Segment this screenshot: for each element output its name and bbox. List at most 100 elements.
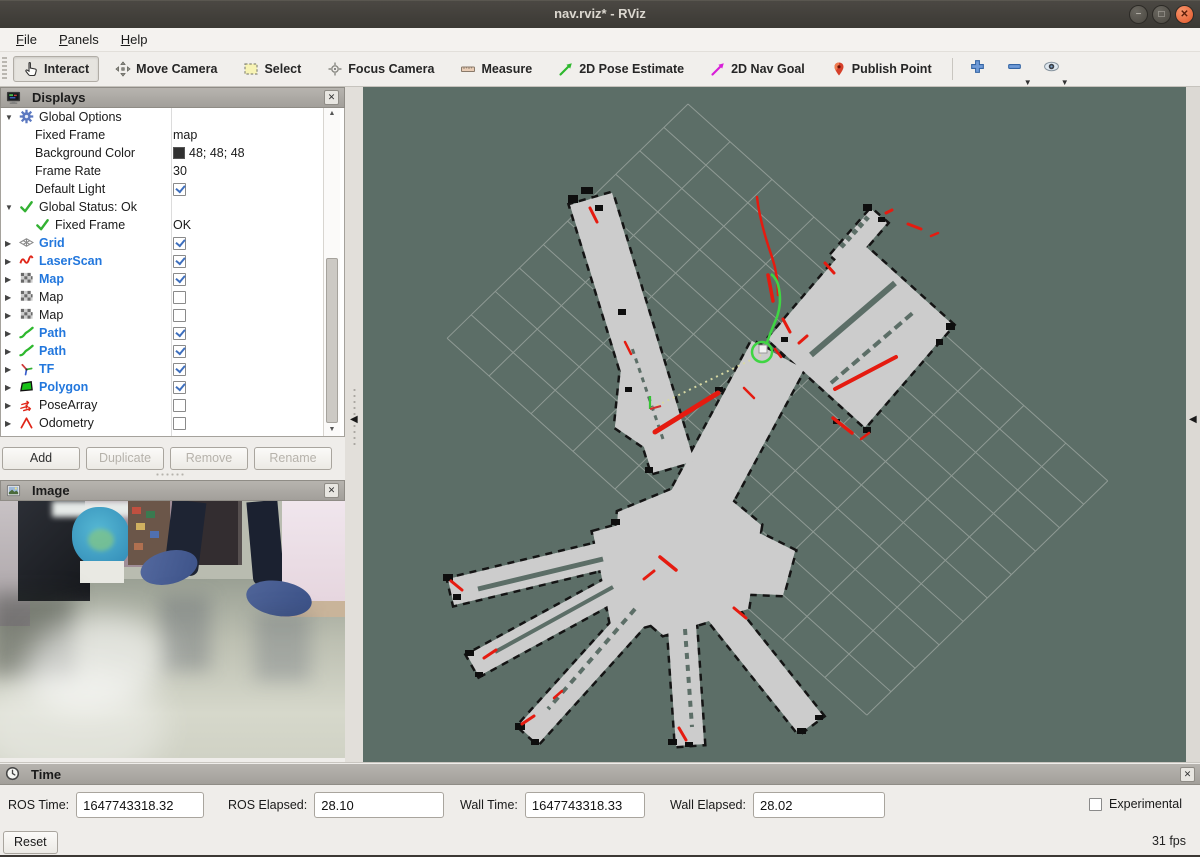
maximize-button[interactable]: □ xyxy=(1152,5,1171,24)
tool-move-camera[interactable]: Move Camera xyxy=(105,56,227,82)
expander-closed-icon[interactable]: ▶ xyxy=(5,239,19,248)
expander-closed-icon[interactable]: ▶ xyxy=(5,293,19,302)
tool-select[interactable]: Select xyxy=(233,56,311,82)
menu-help[interactable]: Help xyxy=(111,30,158,49)
menu-panels[interactable]: Panels xyxy=(49,30,109,49)
tree-row-global-options[interactable]: ▼Global Options xyxy=(1,108,344,126)
image-close-icon[interactable]: ✕ xyxy=(324,483,339,498)
3d-viewport[interactable] xyxy=(363,87,1186,762)
tree-row-value: OK xyxy=(173,218,191,232)
posearray-icon xyxy=(19,397,36,413)
time-close-icon[interactable]: ✕ xyxy=(1180,767,1195,782)
toolbar-drag-handle[interactable] xyxy=(2,57,7,81)
expander-closed-icon[interactable]: ▶ xyxy=(5,401,19,410)
tree-row-polygon[interactable]: ▶ Polygon xyxy=(1,378,344,396)
robot-marker xyxy=(759,345,767,353)
polygon-icon xyxy=(19,379,36,395)
expander-closed-icon[interactable]: ▶ xyxy=(5,329,19,338)
displays-panel-header: Displays ✕ xyxy=(0,87,345,108)
minimize-button[interactable]: − xyxy=(1129,5,1148,24)
tool-focus-camera[interactable]: Focus Camera xyxy=(317,56,444,82)
menu-file[interactable]: File xyxy=(6,30,47,49)
tree-row-map[interactable]: ▶Map xyxy=(1,306,344,324)
chevron-down-icon[interactable]: ▼ xyxy=(1024,78,1032,87)
tool-interact[interactable]: Interact xyxy=(13,56,99,82)
wall-time-input[interactable] xyxy=(525,792,645,818)
expander-closed-icon[interactable]: ▶ xyxy=(5,347,19,356)
tree-row-global-status-ok[interactable]: ▼Global Status: Ok xyxy=(1,198,344,216)
tree-row-odometry[interactable]: ▶Odometry xyxy=(1,414,344,432)
visibility-checkbox[interactable] xyxy=(173,237,186,250)
visibility-checkbox[interactable] xyxy=(173,417,186,430)
ros-elapsed-input[interactable] xyxy=(314,792,444,818)
collapse-left-icon[interactable]: ◀ xyxy=(350,414,358,425)
zoom-out-button[interactable]: ▼ xyxy=(1000,55,1029,83)
expander-closed-icon[interactable]: ▶ xyxy=(5,419,19,428)
scroll-down-icon[interactable]: ▼ xyxy=(324,424,340,436)
visibility-checkbox[interactable] xyxy=(173,345,186,358)
right-panel-strip[interactable]: ◀ xyxy=(1186,87,1200,762)
zoom-in-button[interactable] xyxy=(963,55,992,83)
expander-open-icon[interactable]: ▼ xyxy=(5,203,19,212)
focus-icon xyxy=(327,61,343,77)
panel-resize-handle[interactable] xyxy=(155,473,185,476)
visibility-checkbox[interactable] xyxy=(173,273,186,286)
tool-publish-point[interactable]: Publish Point xyxy=(821,56,942,82)
tree-row-grid[interactable]: ▶ Grid xyxy=(1,234,344,252)
displays-tree: ▼Global OptionsFixed FramemapBackground … xyxy=(0,108,345,437)
tree-row-frame-rate[interactable]: Frame Rate30 xyxy=(1,162,344,180)
tool-2d-nav-goal[interactable]: 2D Nav Goal xyxy=(700,56,815,82)
reset-button[interactable]: Reset xyxy=(3,831,58,854)
panel-splitter[interactable]: ◀ xyxy=(345,87,363,762)
visibility-checkbox[interactable] xyxy=(173,255,186,268)
ros-time-input[interactable] xyxy=(76,792,204,818)
tree-row-fixed-frame[interactable]: Fixed FrameOK xyxy=(1,216,344,234)
visibility-checkbox[interactable] xyxy=(173,183,186,196)
displays-close-icon[interactable]: ✕ xyxy=(324,90,339,105)
close-button[interactable]: ✕ xyxy=(1175,5,1194,24)
expander-closed-icon[interactable]: ▶ xyxy=(5,383,19,392)
visibility-checkbox[interactable] xyxy=(173,399,186,412)
expander-closed-icon[interactable]: ▶ xyxy=(5,365,19,374)
chevron-down-icon[interactable]: ▼ xyxy=(1061,78,1069,87)
tree-row-laserscan[interactable]: ▶LaserScan xyxy=(1,252,344,270)
tree-row-background-color[interactable]: Background Color48; 48; 48 xyxy=(1,144,344,162)
map-icon xyxy=(19,307,36,323)
expander-closed-icon[interactable]: ▶ xyxy=(5,311,19,320)
tree-row-label: TF xyxy=(39,362,54,376)
visibility-checkbox[interactable] xyxy=(173,363,186,376)
scroll-up-icon[interactable]: ▲ xyxy=(324,108,340,120)
collapse-right-icon[interactable]: ◀ xyxy=(1189,414,1197,425)
tree-scrollbar[interactable]: ▲ ▼ xyxy=(323,108,340,436)
visibility-checkbox[interactable] xyxy=(173,291,186,304)
tree-row-label: Grid xyxy=(39,236,65,250)
remove-button: Remove xyxy=(170,447,248,470)
visibility-checkbox[interactable] xyxy=(173,327,186,340)
visibility-checkbox[interactable] xyxy=(173,381,186,394)
tree-row-default-light[interactable]: Default Light xyxy=(1,180,344,198)
wall-elapsed-input[interactable] xyxy=(753,792,885,818)
rename-button: Rename xyxy=(254,447,332,470)
tree-row-map[interactable]: ▶Map xyxy=(1,270,344,288)
tool-measure[interactable]: Measure xyxy=(450,56,542,82)
tree-row-fixed-frame[interactable]: Fixed Framemap xyxy=(1,126,344,144)
expander-closed-icon[interactable]: ▶ xyxy=(5,275,19,284)
tree-row-posearray[interactable]: ▶PoseArray xyxy=(1,396,344,414)
visibility-checkbox[interactable] xyxy=(173,309,186,322)
expander-open-icon[interactable]: ▼ xyxy=(5,113,19,122)
experimental-checkbox[interactable] xyxy=(1089,798,1102,811)
experimental-label: Experimental xyxy=(1109,797,1182,811)
tool-2d-pose-estimate[interactable]: 2D Pose Estimate xyxy=(548,56,694,82)
visibility-button[interactable]: ▼ xyxy=(1037,55,1066,83)
tree-row-map[interactable]: ▶Map xyxy=(1,288,344,306)
expander-closed-icon[interactable]: ▶ xyxy=(5,257,19,266)
tree-row-path[interactable]: ▶Path xyxy=(1,342,344,360)
scrollbar-thumb[interactable] xyxy=(326,258,338,423)
tree-row-path[interactable]: ▶Path xyxy=(1,324,344,342)
monitor-icon xyxy=(6,90,23,106)
window-title: nav.rviz* - RViz xyxy=(0,6,1200,21)
toolbar-separator xyxy=(952,58,953,80)
tree-row-tf[interactable]: ▶ TF xyxy=(1,360,344,378)
add-button[interactable]: Add xyxy=(2,447,80,470)
tree-row-label: Polygon xyxy=(39,380,88,394)
